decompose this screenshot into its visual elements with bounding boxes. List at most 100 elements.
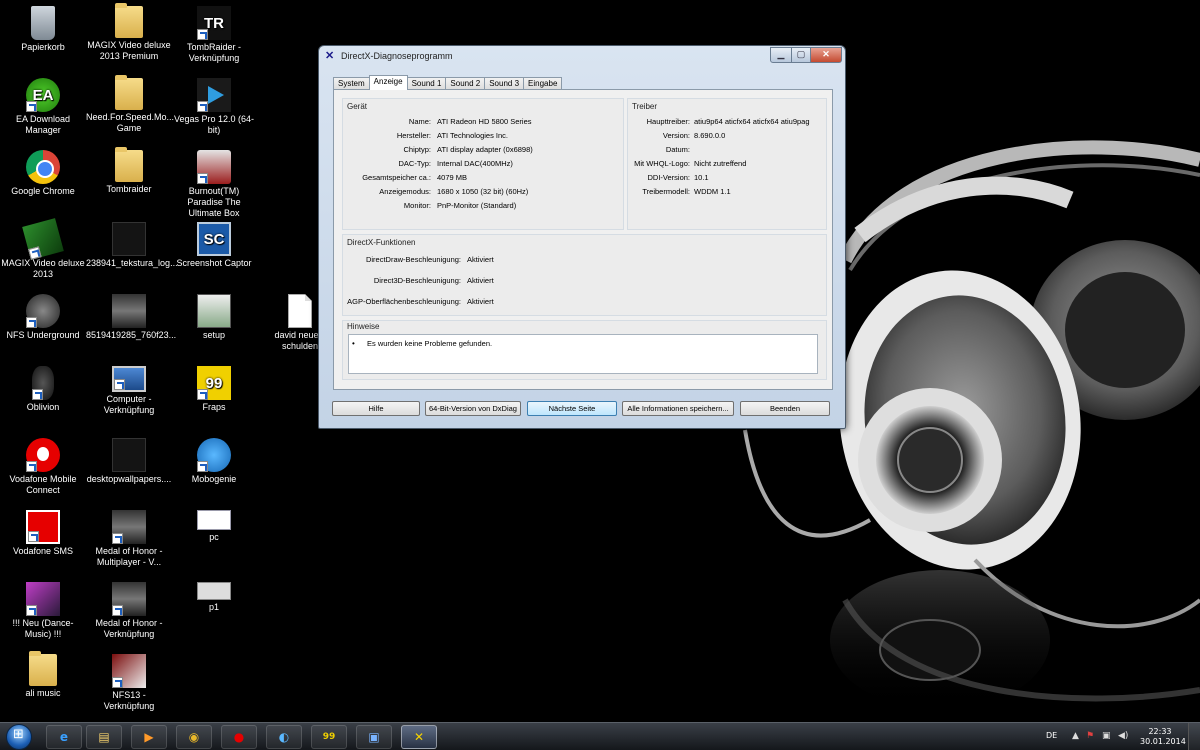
desktop-icon-vodafone-sms[interactable]: Vodafone SMS [0,510,86,557]
driver-value: WDDM 1.1 [694,187,731,196]
desktop-icon-label: Screenshot Captor [176,258,252,268]
desktop-icon-nfs-underground[interactable]: NFS Underground [0,294,86,341]
desktop-icon-pc[interactable]: pc [171,510,257,543]
shortcut-arrow-icon [197,461,208,472]
tab-anzeige[interactable]: Anzeige [368,75,408,90]
desktop-icon-label: Mobogenie [191,474,237,484]
vodafone-sms-icon [26,510,60,544]
save-all-info-button[interactable]: Alle Informationen speichern... [622,401,734,416]
desktop-icon-vegas-pro[interactable]: Vegas Pro 12.0 (64-bit) [171,78,257,136]
tab-strip: System Anzeige Sound 1 Sound 2 Sound 3 E… [333,75,563,90]
screenshot-captor-glyph: SC [203,230,225,248]
desktop-icon-label: desktopwallpapers.... [86,474,172,484]
desktop-icon-label: NFS Underground [6,330,80,340]
volume-icon[interactable]: ◀) [1118,731,1128,741]
desktop-icon-tombraider-folder[interactable]: Tombraider [86,147,172,195]
desktop-icon-label: MAGIX Video deluxe 2013 [1,258,85,279]
desktop-icon-desktopwallpapers[interactable]: desktopwallpapers.... [86,438,172,485]
notes-textbox[interactable]: • Es wurden keine Probleme gefunden. [348,334,818,374]
tombraider-icon: TR [197,6,231,40]
image-file-icon [197,510,231,530]
driver-label: Version: [662,131,690,140]
desktop-icon-recycle-bin[interactable]: Papierkorb [0,6,86,53]
desktop-icon-magix-2013[interactable]: MAGIX Video deluxe 2013 [0,218,86,280]
desktop-icon-mobogenie[interactable]: Mobogenie [171,438,257,485]
desktop-icon-8519419285-image[interactable]: 8519419285_760f23... [86,294,176,341]
desktop-icon-tekstura-image[interactable]: 238941_tekstura_log... [86,222,178,269]
taskbar-chrome[interactable]: ◉ [176,725,212,749]
mobogenie-icon: ◐ [278,730,290,744]
desktop-icon-nfs-most-wanted-folder[interactable]: Need.For.Speed.Mo... Game [86,75,174,134]
folder-icon [115,75,143,110]
device-value: ATI Radeon HD 5800 Series [437,117,532,126]
tray-expand-icon[interactable]: ▲ [1072,731,1079,741]
media-player-icon: ▶ [144,730,154,744]
desktop-icon-label: setup [202,330,226,340]
desktop-icon-label: pc [209,532,219,542]
taskbar-mobogenie[interactable]: ◐ [266,725,302,749]
medal-of-honor-icon [112,582,146,616]
dxdiag-window: ✕ DirectX-Diagnoseprogramm ▁ ▢ ✕ System … [318,45,846,429]
folder-icon [115,3,143,38]
magix-icon [22,218,64,260]
device-value: Internal DAC(400MHz) [437,159,513,168]
taskbar-remote-desktop[interactable]: ▣ [356,725,392,749]
desktop-icon-fraps[interactable]: 99 Fraps [171,366,257,413]
remote-desktop-icon: ▣ [368,730,380,744]
shortcut-arrow-icon [197,29,208,40]
directx-icon: ✕ [413,730,425,744]
desktop-icon-moh[interactable]: Medal of Honor - Verknüpfung [86,582,172,640]
help-button[interactable]: Hilfe [332,401,420,416]
taskbar-internet-explorer[interactable]: e [46,725,82,749]
taskbar-dxdiag[interactable]: ✕ [401,725,437,749]
desktop-icon-label: Medal of Honor - Verknüpfung [95,618,163,639]
desktop-icon-setup[interactable]: setup [171,294,257,341]
action-center-flag-icon[interactable]: ⚑ [1086,731,1094,741]
desktop-icon-nfs13[interactable]: NFS13 - Verknüpfung [86,654,172,712]
maximize-button[interactable]: ▢ [791,47,811,63]
device-label: Monitor: [403,201,431,210]
desktop-icon-tombraider[interactable]: TR TombRaider - Verknüpfung [171,6,257,64]
minimize-icon: ▁ [777,49,785,59]
window-titlebar[interactable]: ✕ DirectX-Diagnoseprogramm ▁ ▢ ✕ [319,46,845,66]
desktop-icon-magix-premium-folder[interactable]: MAGIX Video deluxe 2013 Premium [86,3,172,62]
setup-icon [197,294,231,328]
taskbar-vodafone[interactable]: ● [221,725,257,749]
ea-icon: EA [26,78,60,112]
tray-language[interactable]: DE [1046,731,1057,740]
fraps-glyph: 99 [205,374,223,392]
dxdiag-64bit-button[interactable]: 64-Bit-Version von DxDiag [425,401,521,416]
desktop-icon-neu-dance-music[interactable]: !!! Neu (Dance-Music) !!! [0,582,86,640]
taskbar-fraps[interactable]: 99 [311,725,347,749]
desktop-icon-label: Google Chrome [11,186,75,196]
start-button[interactable] [6,724,32,750]
desktop-icon-google-chrome[interactable]: Google Chrome [0,150,86,197]
minimize-button[interactable]: ▁ [770,47,792,63]
taskbar-media-player[interactable]: ▶ [131,725,167,749]
exit-button[interactable]: Beenden [740,401,830,416]
show-desktop-button[interactable] [1188,723,1200,750]
note-bullet: • [352,339,355,348]
desktop-icon-vodafone-mobile-connect[interactable]: Vodafone Mobile Connect [0,438,86,496]
driver-label: DDI-Version: [647,173,690,182]
desktop-icon-moh-multiplayer[interactable]: Medal of Honor - Multiplayer - V... [86,510,172,568]
desktop-icon-label: Computer - Verknüpfung [103,394,155,415]
desktop-icon-ali-music[interactable]: ali music [0,651,86,699]
desktop-icon-label: MAGIX Video deluxe 2013 Premium [87,40,171,61]
close-button[interactable]: ✕ [810,47,842,63]
desktop-icon-label: Vegas Pro 12.0 (64-bit) [173,114,255,135]
taskbar-explorer[interactable]: ▤ [86,725,122,749]
device-label: Chiptyp: [403,145,431,154]
desktop-icon-ea-download-manager[interactable]: EA EA Download Manager [0,78,86,136]
screenshot-captor-icon: SC [197,222,231,256]
feature-label: AGP-Oberflächenbeschleunigung: [347,297,461,306]
network-icon[interactable]: ▣ [1102,731,1111,741]
desktop-icon-computer[interactable]: Computer - Verknüpfung [86,366,172,416]
desktop-icon-oblivion[interactable]: Oblivion [0,366,86,413]
next-page-button[interactable]: Nächste Seite [527,401,617,416]
desktop-icon-screenshot-captor[interactable]: SC Screenshot Captor [171,222,257,269]
folder-icon [115,147,143,182]
tray-clock[interactable]: 22:33 30.01.2014 [1140,727,1186,747]
desktop-icon-burnout-paradise[interactable]: Burnout(TM) Paradise The Ultimate Box [171,150,257,219]
desktop-icon-p1[interactable]: p1 [171,582,257,613]
